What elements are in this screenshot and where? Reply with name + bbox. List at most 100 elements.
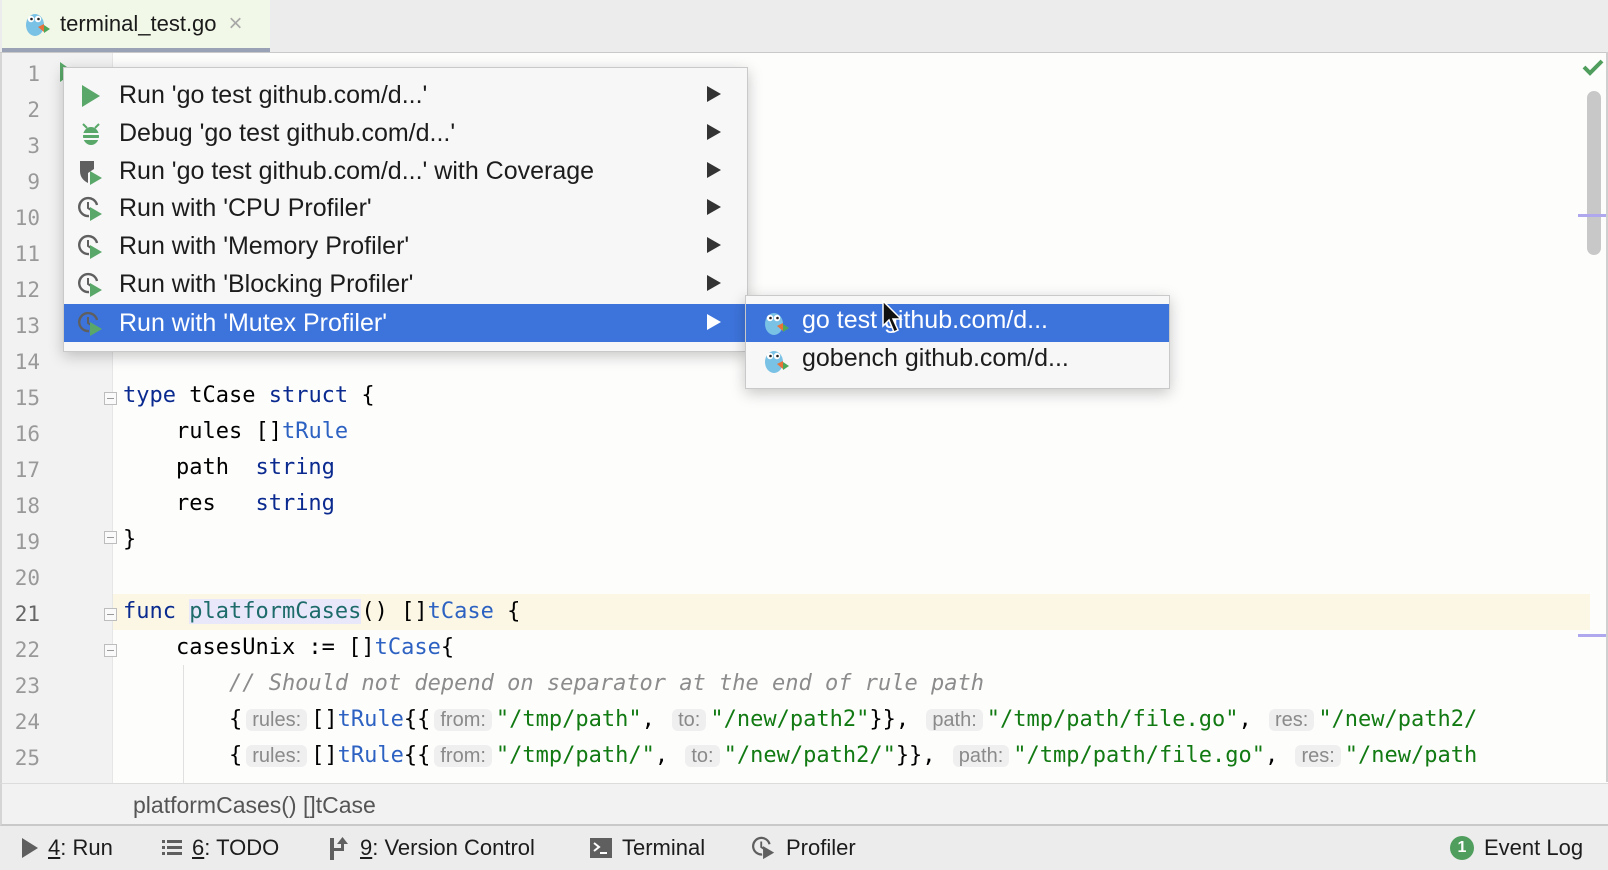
param-hint: from: — [434, 745, 492, 767]
line-number[interactable]: 3 — [0, 128, 40, 164]
menu-item-mutex-profiler[interactable]: Run with 'Mutex Profiler' — [64, 304, 747, 342]
tool-window-profiler[interactable]: Profiler — [752, 826, 856, 870]
profiler-icon — [78, 272, 102, 297]
line-number[interactable]: 12 — [0, 272, 40, 308]
line-number[interactable]: 14 — [0, 344, 40, 380]
menu-item-label: Debug 'go test github.com/d...' — [119, 118, 456, 147]
fold-toggle-icon[interactable] — [104, 608, 117, 621]
scroll-marker[interactable] — [1578, 634, 1606, 637]
menu-item-run-coverage[interactable]: Run 'go test github.com/d...' with Cover… — [64, 152, 747, 190]
code-line-18: res string — [0, 486, 1608, 522]
param-hint: res: — [1295, 745, 1341, 767]
line-number[interactable]: 10 — [0, 200, 40, 236]
line-number[interactable]: 11 — [0, 236, 40, 272]
line-number[interactable]: 13 — [0, 308, 40, 344]
field: rules [] — [123, 419, 282, 444]
breadcrumb-function[interactable]: platformCases() []tCase — [133, 792, 376, 819]
code-line-25: {rules: []tRule{{from: "/tmp/path/", to: "/… — [0, 738, 1608, 774]
code-text: {rules: []tRule{{from: "/tmp/path", to: "/n… — [123, 702, 1477, 738]
string-literal: "/new/path2/ — [1318, 707, 1478, 732]
submenu-arrow-icon — [707, 275, 721, 291]
punct: , — [641, 707, 669, 732]
param-hint: path: — [952, 745, 1010, 767]
punct: { — [123, 707, 243, 732]
punct: {{ — [403, 707, 431, 732]
fold-toggle-icon[interactable] — [104, 644, 117, 657]
menu-item-blocking-profiler[interactable]: Run with 'Blocking Profiler' — [64, 265, 747, 303]
close-tab-icon[interactable]: × — [229, 10, 243, 38]
punct: }}, — [869, 707, 923, 732]
menu-item-label: Run 'go test github.com/d...' — [119, 80, 428, 109]
code-line-22: casesUnix := []tCase{ — [0, 630, 1608, 666]
menu-item-debug[interactable]: Debug 'go test github.com/d...' — [64, 114, 747, 152]
menu-item-label: Run with 'Memory Profiler' — [119, 231, 410, 260]
code-text: rules []tRule — [123, 414, 348, 450]
tool-window-event-log[interactable]: 1 Event Log — [1450, 826, 1583, 870]
code-text: func platformCases() []tCase { — [123, 594, 520, 630]
code-text: casesUnix := []tCase{ — [123, 630, 454, 666]
line-number[interactable]: 9 — [0, 164, 40, 200]
builtin-type: string — [255, 455, 335, 480]
tool-label: Profiler — [786, 835, 856, 860]
menu-item-memory-profiler[interactable]: Run with 'Memory Profiler' — [64, 227, 747, 265]
type-ref: tCase — [374, 635, 441, 660]
profiler-icon — [78, 234, 102, 259]
type-ref: tRule — [337, 707, 404, 732]
code-text: res string — [123, 486, 335, 522]
active-tab-indicator — [2, 48, 270, 52]
line-number[interactable]: 1 — [0, 56, 40, 92]
fold-toggle-icon[interactable] — [104, 392, 117, 405]
submenu-item-label: gobench github.com/d... — [802, 344, 1069, 372]
submenu-arrow-icon — [707, 314, 721, 330]
tool-window-todo[interactable]: 6: TODO — [162, 826, 279, 870]
submenu-item-gobench[interactable]: gobench github.com/d... — [746, 342, 1169, 380]
code-line-17: path string — [0, 450, 1608, 486]
mouse-pointer-icon — [882, 300, 903, 334]
code-text: path string — [123, 450, 335, 486]
punct: [] — [311, 743, 338, 768]
event-count-badge: 1 — [1450, 836, 1474, 860]
tool-label: : Version Control — [372, 835, 535, 860]
vertical-scrollbar[interactable] — [1587, 91, 1601, 255]
submenu-arrow-icon — [707, 124, 721, 140]
no-problems-check-icon[interactable] — [1582, 58, 1604, 76]
builtin-type: string — [255, 491, 335, 516]
punct: , — [1264, 743, 1292, 768]
tool-label: Terminal — [622, 835, 706, 860]
line-number[interactable]: 20 — [0, 560, 40, 596]
coverage-icon — [80, 161, 102, 185]
comment: // Should not depend on separator at the… — [123, 671, 984, 696]
tool-window-run[interactable]: 4: Run — [22, 826, 113, 870]
code-line-19: } — [0, 522, 1608, 558]
punct: { — [440, 635, 455, 660]
scroll-marker[interactable] — [1578, 214, 1606, 217]
code-line-24: {rules: []tRule{{from: "/tmp/path", to: "/n… — [0, 702, 1608, 738]
line-number[interactable]: 2 — [0, 92, 40, 128]
identifier: tCase — [175, 383, 269, 408]
string-literal: "/tmp/path/file.go" — [986, 707, 1239, 732]
keyword: func — [123, 599, 176, 624]
go-test-config-icon — [765, 313, 789, 335]
param-hint: to: — [672, 709, 707, 731]
menu-item-run[interactable]: Run 'go test github.com/d...' — [64, 76, 747, 114]
submenu-arrow-icon — [707, 237, 721, 253]
menu-item-cpu-profiler[interactable]: Run with 'CPU Profiler' — [64, 189, 747, 227]
code-line-16: rules []tRule — [0, 414, 1608, 450]
string-literal: "/new/path — [1344, 743, 1478, 768]
tab-terminal-test[interactable]: terminal_test.go × — [2, 0, 270, 48]
run-tool-icon — [22, 838, 38, 858]
fold-toggle-icon[interactable] — [104, 531, 117, 544]
tool-window-terminal[interactable]: Terminal — [590, 826, 705, 870]
keyword: type — [123, 383, 176, 408]
type-ref: tRule — [337, 743, 404, 768]
tab-label: terminal_test.go — [60, 11, 217, 36]
breadcrumb-bar: platformCases() []tCase — [0, 783, 1608, 826]
tool-window-version-control[interactable]: 9: Version Control — [330, 826, 535, 870]
go-test-file-icon — [26, 14, 50, 36]
profiler-icon — [78, 311, 102, 336]
punct: [] — [311, 707, 338, 732]
submenu-item-go-test[interactable]: go test github.com/d... — [746, 304, 1169, 342]
run-icon — [82, 85, 100, 107]
function-name[interactable]: platformCases — [189, 599, 362, 624]
